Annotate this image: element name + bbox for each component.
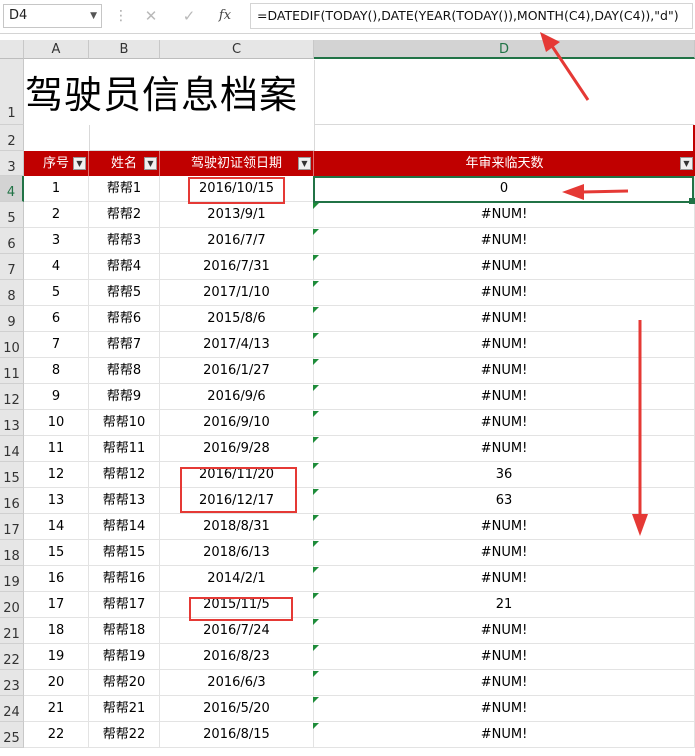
arrow-fill-down-head [632, 514, 648, 536]
annotation-arrows [540, 32, 648, 536]
arrow-formula [550, 45, 590, 101]
arrow-active-cell-head [562, 184, 584, 200]
arrow-active-cell [581, 189, 629, 194]
arrow-formula-head [540, 32, 560, 52]
